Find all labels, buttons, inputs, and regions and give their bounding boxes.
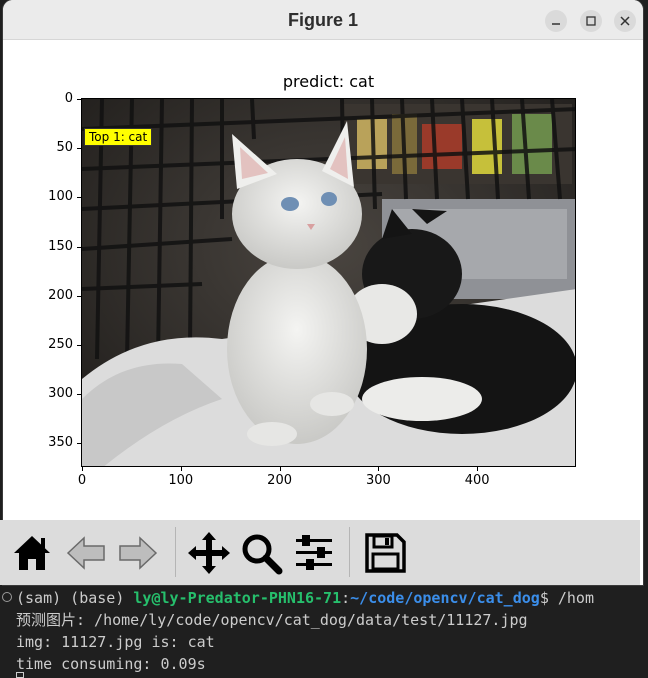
y-tick-label: 300 <box>48 386 73 402</box>
y-tick-label: 50 <box>56 140 73 156</box>
pan-button[interactable] <box>187 530 231 576</box>
terminal-env: (sam) (base) <box>16 589 134 607</box>
title-bar[interactable]: Figure 1 <box>3 0 643 40</box>
terminal-output-line: 预测图片: /home/ly/code/opencv/cat_dog/data/… <box>16 611 528 629</box>
y-tick-mark <box>77 246 81 248</box>
x-tick-mark <box>82 467 83 471</box>
x-tick-mark <box>378 467 380 471</box>
terminal-colon: : <box>341 589 351 607</box>
zoom-button[interactable] <box>239 530 283 576</box>
y-tick-mark <box>77 394 81 396</box>
prediction-annotation: Top 1: cat <box>84 128 153 146</box>
plot-title: predict: cat <box>282 72 375 91</box>
sliders-icon <box>296 535 332 570</box>
y-tick-label: 100 <box>48 189 73 205</box>
move-arrows-icon <box>188 532 230 574</box>
x-tick-label: 300 <box>365 473 391 488</box>
back-button[interactable] <box>64 530 108 576</box>
terminal-status-circle-icon <box>2 592 12 602</box>
terminal-user-host: ly@ly-Predator-PHN16-71 <box>133 589 342 607</box>
close-icon <box>620 16 630 26</box>
configure-subplots-button[interactable] <box>292 530 336 576</box>
x-tick-mark <box>279 467 281 471</box>
x-tick-label: 0 <box>77 473 87 488</box>
floppy-disk-icon <box>365 533 406 573</box>
image-axes[interactable] <box>81 98 576 467</box>
cat-photo-image <box>82 99 575 466</box>
terminal-cursor <box>16 672 24 678</box>
home-icon <box>14 536 50 570</box>
maximize-icon <box>586 16 596 26</box>
home-button[interactable] <box>10 530 54 576</box>
y-tick-mark <box>77 197 81 199</box>
y-tick-label: 250 <box>48 336 73 352</box>
y-tick-label: 150 <box>48 238 73 254</box>
x-tick-mark <box>180 467 182 471</box>
y-tick-label: 0 <box>64 91 73 106</box>
forward-arrow-icon <box>119 536 158 570</box>
y-tick-mark <box>77 295 81 297</box>
y-tick-mark <box>77 148 81 150</box>
maximize-button[interactable] <box>580 10 602 32</box>
y-tick-label: 200 <box>48 287 73 303</box>
toolbar-separator <box>175 527 176 577</box>
save-button[interactable] <box>363 530 407 576</box>
terminal-prompt-line: (sam) (base) ly@ly-Predator-PHN16-71:~/c… <box>16 588 594 608</box>
minimize-icon <box>552 23 560 25</box>
x-tick-label: 200 <box>267 473 292 488</box>
terminal-output-line: img: 11127.jpg is: cat <box>16 633 215 651</box>
y-tick-mark <box>77 443 81 445</box>
forward-button[interactable] <box>116 530 160 576</box>
close-button[interactable] <box>614 10 636 32</box>
y-tick-label: 350 <box>48 435 73 451</box>
terminal-output-line: time consuming: 0.09s <box>16 655 206 673</box>
minimize-button[interactable] <box>545 10 567 32</box>
x-tick-label: 400 <box>464 473 490 488</box>
terminal-command: $ /hom <box>539 589 594 607</box>
magnifier-icon <box>242 534 283 575</box>
x-tick-label: 100 <box>168 473 194 488</box>
x-tick-mark <box>477 467 479 471</box>
y-tick-mark <box>77 344 81 346</box>
back-arrow-icon <box>66 536 105 570</box>
y-tick-mark <box>77 99 81 100</box>
terminal-path: ~/code/opencv/cat_dog <box>350 589 540 607</box>
toolbar-separator <box>349 527 350 577</box>
